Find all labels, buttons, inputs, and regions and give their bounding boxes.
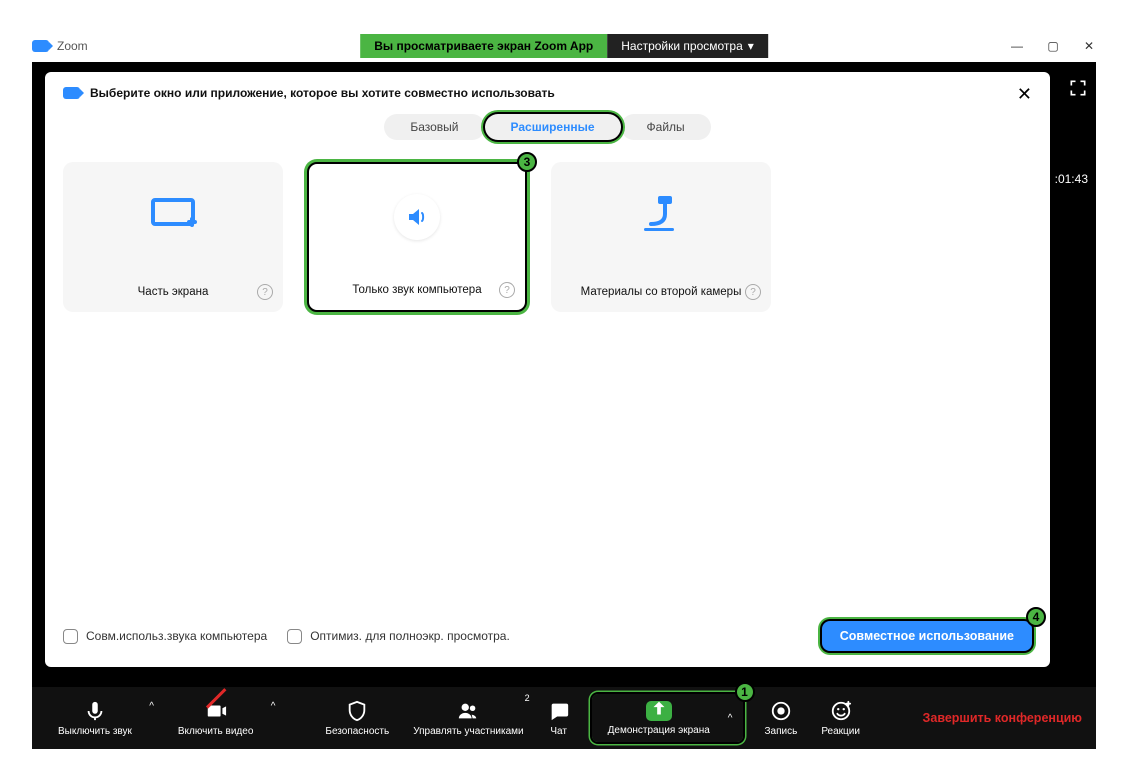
button-label: Демонстрация экрана	[608, 725, 710, 736]
chevron-down-icon: ▾	[748, 39, 754, 53]
card-portion-of-screen[interactable]: Часть экрана ?	[63, 162, 283, 312]
checkbox-icon	[287, 629, 302, 644]
button-label: Безопасность	[325, 726, 389, 737]
reactions-button[interactable]: Реакции	[809, 687, 872, 749]
card-second-camera[interactable]: Материалы со второй камеры ?	[551, 162, 771, 312]
participants-count: 2	[525, 693, 530, 703]
card-computer-audio-only[interactable]: 3 Только звук компьютера ?	[307, 162, 527, 312]
tab-basic[interactable]: Базовый	[384, 114, 484, 140]
sharing-banner[interactable]: Вы просматриваете экран Zoom App	[360, 34, 607, 58]
share-dialog: Выберите окно или приложение, которое вы…	[45, 72, 1050, 667]
window-controls: — ▢ ✕	[1010, 39, 1096, 53]
dialog-tabs: Базовый Расширенные Файлы	[63, 114, 1032, 140]
tab-advanced[interactable]: Расширенные	[485, 114, 621, 140]
tab-files[interactable]: Файлы	[621, 114, 711, 140]
dialog-footer: Совм.использ.звука компьютера Оптимиз. д…	[63, 609, 1032, 651]
share-icon	[646, 701, 672, 721]
button-label: Реакции	[821, 726, 860, 737]
help-icon[interactable]: ?	[745, 284, 761, 300]
view-options-label: Настройки просмотра	[621, 39, 743, 53]
help-icon[interactable]: ?	[499, 282, 515, 298]
minimize-button[interactable]: —	[1010, 39, 1024, 53]
zoom-icon	[63, 87, 80, 99]
step-badge-1: 1	[735, 682, 755, 702]
help-icon[interactable]: ?	[257, 284, 273, 300]
button-label: Чат	[550, 726, 567, 737]
share-options: Часть экрана ? 3 Только звук компьютера …	[63, 162, 1032, 312]
button-label: Включить видео	[178, 726, 254, 737]
zoom-icon	[32, 40, 49, 52]
meeting-area: i :01:43 Выберите окно или приложение, к…	[32, 62, 1096, 749]
button-label: Выключить звук	[58, 726, 132, 737]
checkbox-optimize-fullscreen[interactable]: Оптимиз. для полноэкр. просмотра.	[287, 629, 510, 644]
button-label: Запись	[765, 726, 798, 737]
fullscreen-button[interactable]	[1068, 78, 1088, 98]
checkbox-share-audio[interactable]: Совм.использ.звука компьютера	[63, 629, 267, 644]
close-button[interactable]: ✕	[1082, 39, 1096, 53]
share-button[interactable]: Совместное использование	[822, 621, 1032, 651]
share-screen-group: 1 Демонстрация экрана ^	[592, 694, 743, 742]
speaker-icon	[394, 194, 440, 240]
view-options-button[interactable]: Настройки просмотра ▾	[607, 34, 768, 58]
chat-button[interactable]: Чат	[536, 687, 582, 749]
maximize-button[interactable]: ▢	[1046, 39, 1060, 53]
record-button[interactable]: Запись	[753, 687, 810, 749]
titlebar: Zoom Вы просматриваете экран Zoom App На…	[32, 32, 1096, 60]
share-screen-button[interactable]: Демонстрация экрана	[596, 694, 722, 742]
meeting-toolbar: Выключить звук ^ Включить видео ^ Безопа…	[32, 687, 1096, 749]
titlebar-center: Вы просматриваете экран Zoom App Настрой…	[360, 34, 768, 58]
dialog-header: Выберите окно или приложение, которое вы…	[63, 86, 1032, 100]
card-label: Только звук компьютера	[352, 284, 481, 296]
step-badge-4: 4	[1026, 607, 1046, 627]
checkbox-label: Оптимиз. для полноэкр. просмотра.	[310, 629, 510, 643]
card-label: Часть экрана	[138, 286, 209, 298]
end-meeting-button[interactable]: Завершить конференцию	[923, 711, 1082, 725]
meeting-timer: :01:43	[1055, 172, 1088, 186]
meeting-top: i :01:43 Выберите окно или приложение, к…	[32, 62, 1096, 687]
participants-button[interactable]: 2 Управлять участниками	[401, 687, 535, 749]
checkbox-label: Совм.использ.звука компьютера	[86, 629, 267, 643]
dialog-title: Выберите окно или приложение, которое вы…	[90, 86, 555, 100]
start-video-button[interactable]: Включить видео ^	[166, 687, 266, 749]
checkbox-icon	[63, 629, 78, 644]
mute-button[interactable]: Выключить звук ^	[46, 687, 144, 749]
card-label: Материалы со второй камеры	[581, 286, 742, 298]
close-dialog-button[interactable]: ✕	[1017, 84, 1032, 105]
chevron-up-icon[interactable]: ^	[271, 701, 276, 712]
chevron-up-icon[interactable]: ^	[149, 701, 154, 712]
security-button[interactable]: Безопасность	[313, 687, 401, 749]
button-label: Управлять участниками	[413, 726, 523, 737]
step-badge-3: 3	[517, 152, 537, 172]
chevron-up-icon[interactable]: ^	[722, 713, 739, 724]
window-title: Zoom	[57, 39, 88, 53]
